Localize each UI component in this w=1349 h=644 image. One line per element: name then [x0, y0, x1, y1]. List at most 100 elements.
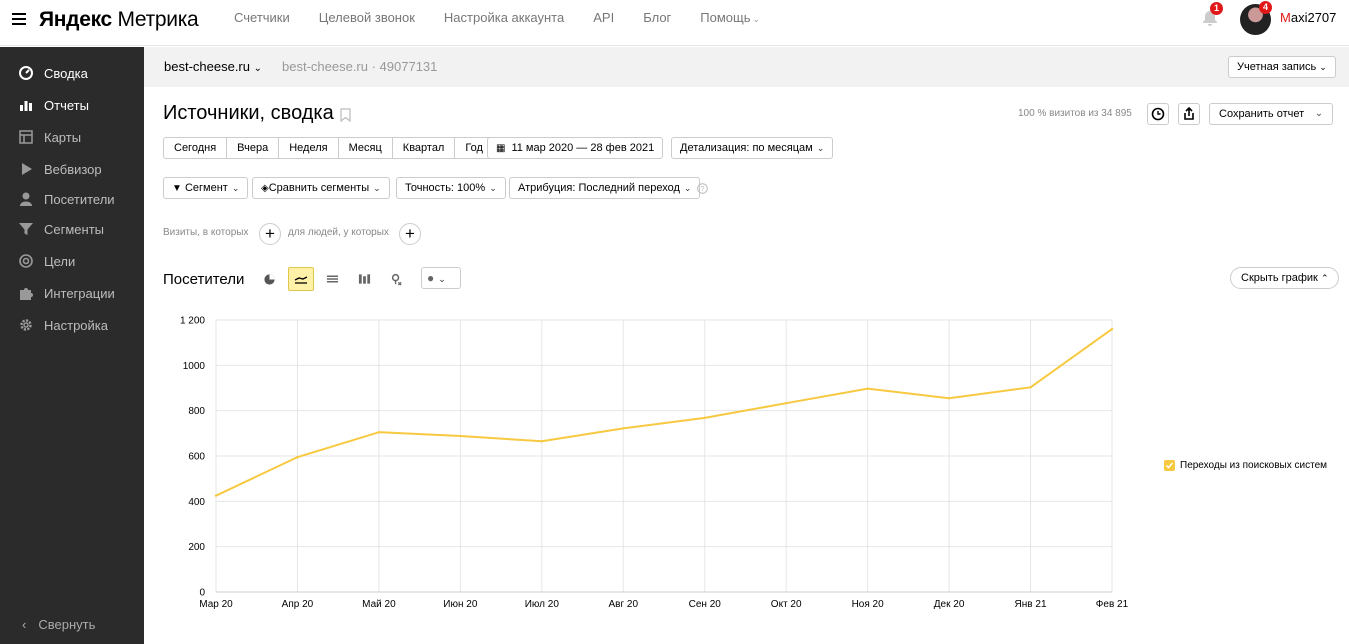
account-button[interactable]: Учетная запись ⌄	[1228, 56, 1336, 78]
save-report-dropdown[interactable]: ⌄	[1306, 103, 1333, 125]
x-tick-label: Янв 21	[1015, 599, 1047, 610]
sidebar-item-label: Настройка	[44, 317, 108, 333]
svg-text:?: ?	[700, 184, 704, 193]
nav-counters[interactable]: Счетчики	[234, 10, 290, 27]
counter-select[interactable]: best-cheese.ru ⌄	[164, 59, 262, 74]
history-button[interactable]	[1147, 103, 1169, 125]
nav-api[interactable]: API	[593, 10, 614, 27]
segment-label: Сегмент	[184, 182, 228, 194]
date-range-button[interactable]: ▦ 11 мар 2020 — 28 фев 2021	[487, 137, 664, 159]
gear-icon	[20, 319, 32, 331]
annotations-button[interactable]: ● ⌄	[421, 267, 461, 289]
page-title: Источники, сводка	[163, 102, 334, 124]
chart-type-area[interactable]	[319, 267, 345, 291]
people-condition-label: для людей, у которых	[288, 227, 389, 238]
visits-info: 100 % визитов из 34 895	[1018, 108, 1132, 119]
x-tick-label: Окт 20	[771, 599, 802, 610]
counter-bar: best-cheese.ru ⌄ best-cheese.ru · 490771…	[144, 47, 1349, 87]
x-tick-label: Фев 21	[1096, 599, 1129, 610]
y-tick-label: 1 200	[180, 316, 205, 327]
chart-legend[interactable]: Переходы из поисковых систем	[1164, 460, 1327, 471]
sidebar-item-webvisor[interactable]: Вебвизор	[18, 159, 102, 179]
period-today[interactable]: Сегодня	[163, 137, 228, 159]
collapse-label: Свернуть	[38, 617, 96, 632]
username-first: M	[1280, 10, 1291, 25]
logo-product: Метрика	[117, 8, 199, 31]
comment-icon: ●	[427, 271, 435, 285]
sidebar-item-label: Интеграции	[44, 285, 115, 301]
sidebar-item-settings[interactable]: Настройка	[18, 315, 108, 335]
collapse-sidebar-button[interactable]: ‹ Свернуть	[22, 617, 95, 632]
nav-blog[interactable]: Блог	[643, 10, 671, 27]
sidebar-item-label: Сегменты	[44, 221, 105, 237]
detail-select[interactable]: Детализация: по месяцам ⌄	[671, 137, 834, 159]
compare-label: Сравнить сегменты	[268, 182, 370, 194]
sidebar-item-label: Цели	[44, 253, 76, 269]
play-icon	[22, 163, 32, 175]
nav-account-settings[interactable]: Настройка аккаунта	[444, 10, 564, 27]
compare-segments-button[interactable]: ◈Сравнить сегменты ⌄	[252, 177, 390, 199]
sidebar-item-label: Сводка	[44, 65, 88, 81]
save-report-button[interactable]: Сохранить отчет	[1209, 103, 1315, 125]
bookmark-icon[interactable]	[340, 108, 351, 122]
detail-label: Детализация: по месяцам	[680, 142, 813, 154]
help-icon[interactable]: ?	[697, 183, 708, 194]
nav-help[interactable]: Помощь ⌄	[700, 10, 760, 27]
data-point	[784, 401, 788, 405]
bar-chart-icon	[20, 101, 32, 111]
hide-chart-button[interactable]: Скрыть график ⌃	[1230, 267, 1340, 289]
chart-type-line[interactable]	[288, 267, 314, 291]
bell-icon[interactable]: 1	[1200, 2, 1223, 28]
x-tick-label: Май 20	[362, 599, 396, 610]
logo[interactable]: Яндекс Метрика	[39, 8, 199, 32]
x-tick-label: Сен 20	[689, 599, 722, 610]
y-tick-label: 800	[188, 406, 205, 417]
line-chart: 0 200 400 600 800 1000 1 200 Мар 20 Апр 20 Май 20…	[180, 316, 1129, 611]
chart-type-pie[interactable]	[256, 267, 282, 291]
sidebar-item-segments[interactable]: Сегменты	[18, 219, 104, 239]
date-range-label: 11 мар 2020 — 28 фев 2021	[511, 142, 655, 154]
data-point	[622, 427, 625, 430]
sidebar-item-integrations[interactable]: Интеграции	[18, 283, 115, 303]
attribution-select[interactable]: Атрибуция: Последний переход ⌄	[509, 177, 701, 199]
person-icon	[20, 192, 32, 206]
segment-button[interactable]: ▼ Сегмент ⌄	[163, 177, 249, 199]
data-point	[459, 434, 462, 438]
username[interactable]: Maxi2707	[1280, 10, 1336, 25]
menu-icon[interactable]	[12, 13, 26, 25]
nav-target-call[interactable]: Целевой звонок	[319, 10, 415, 27]
chart-type-bar[interactable]	[351, 267, 377, 291]
export-button[interactable]	[1178, 103, 1200, 125]
chevron-down-icon: ⌄	[489, 183, 497, 193]
counter-id: best-cheese.ru · 49077131	[282, 59, 438, 74]
period-yesterday[interactable]: Вчера	[227, 137, 280, 159]
add-people-condition-button[interactable]: +	[399, 223, 421, 245]
data-point	[214, 494, 218, 497]
sidebar-item-label: Вебвизор	[44, 161, 102, 177]
period-month[interactable]: Месяц	[338, 137, 393, 159]
data-point	[296, 455, 299, 459]
counter-site: best-cheese.ru	[164, 59, 250, 74]
sidebar-item-summary[interactable]: Сводка	[18, 63, 88, 83]
map-icon	[19, 130, 33, 144]
y-tick-label: 600	[188, 452, 205, 463]
x-tick-label: Июл 20	[525, 599, 560, 610]
add-visit-condition-button[interactable]: +	[259, 223, 281, 245]
chevron-down-icon: ⌄	[683, 183, 692, 193]
legend-label: Переходы из поисковых систем	[1180, 460, 1328, 471]
target-icon	[19, 254, 33, 268]
chevron-down-icon: ⌄	[253, 63, 263, 74]
sidebar-item-goals[interactable]: Цели	[18, 251, 75, 271]
legend-checkbox[interactable]	[1164, 460, 1175, 471]
clock-icon	[1151, 107, 1165, 121]
period-week[interactable]: Неделя	[279, 137, 339, 159]
chevron-down-icon: ⌄	[231, 183, 240, 193]
period-quarter[interactable]: Квартал	[392, 137, 456, 159]
chart-type-map[interactable]	[383, 267, 409, 291]
accuracy-select[interactable]: Точность: 100% ⌄	[396, 177, 506, 199]
chevron-down-icon: ⌄	[816, 143, 825, 153]
sidebar-item-maps[interactable]: Карты	[18, 127, 81, 147]
data-point	[1110, 327, 1114, 331]
sidebar-item-reports[interactable]: Отчеты	[18, 95, 89, 115]
sidebar-item-visitors[interactable]: Посетители	[18, 189, 115, 209]
